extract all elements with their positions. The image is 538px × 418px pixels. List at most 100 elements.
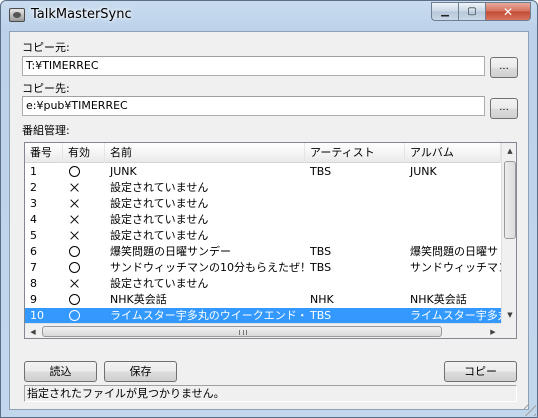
cell-name: 設定されていません: [110, 181, 209, 194]
cell-album: サンドウィッチマンの: [410, 261, 501, 274]
table-row[interactable]: 5 設定されていません: [25, 228, 501, 244]
disabled-cross-icon: [69, 214, 80, 225]
scrollbar-corner: [501, 323, 516, 338]
cell-album: [405, 196, 501, 212]
save-button[interactable]: 保存: [104, 361, 177, 382]
cell-artist: TBS: [310, 309, 332, 322]
cell-number: 8: [30, 277, 37, 290]
table-row[interactable]: 10 ライムスター宇多丸のウイークエンド・シ TBS ライムスター宇多丸: [25, 308, 501, 324]
title-bar[interactable]: TalkMasterSync ▁ ▢ ✕: [1, 1, 537, 29]
column-header-artist[interactable]: アーティスト: [305, 143, 405, 163]
column-header-number[interactable]: 番号: [25, 143, 63, 163]
vertical-scrollbar[interactable]: ▲ ▼: [501, 143, 516, 323]
cell-number: 4: [30, 213, 37, 226]
cell-number: 9: [30, 293, 37, 306]
cell-name: サンドウィッチマンの10分もらえたぜ！: [110, 261, 305, 274]
program-list[interactable]: 番号 有効 名前 アーティスト アルバム 1 JUNK TBS JUNK 2 設定されてい…: [24, 142, 517, 339]
close-button[interactable]: ✕: [485, 2, 531, 21]
table-row[interactable]: 3 設定されていません: [25, 196, 501, 212]
source-path-field[interactable]: T:¥TIMERREC: [22, 56, 485, 76]
client-area: コピー元: T:¥TIMERREC ... コピー先: e:¥pub¥TIMER…: [9, 31, 529, 410]
scroll-right-icon[interactable]: ▶: [485, 324, 501, 338]
cell-name: 設定されていません: [110, 277, 209, 290]
program-list-label: 番組管理:: [22, 124, 70, 137]
scroll-down-icon[interactable]: ▼: [502, 307, 516, 323]
cell-artist: [305, 196, 405, 212]
enabled-circle-icon: [69, 262, 80, 273]
cell-album: [405, 180, 501, 196]
enabled-circle-icon: [69, 310, 80, 321]
cell-artist: [305, 180, 405, 196]
maximize-icon: ▢: [467, 6, 477, 17]
dest-browse-button[interactable]: ...: [490, 98, 518, 119]
cell-name: NHK英会話: [110, 293, 167, 306]
horizontal-scrollbar[interactable]: ◀ ▶: [25, 323, 501, 338]
load-button[interactable]: 読込: [24, 361, 97, 382]
disabled-cross-icon: [69, 182, 80, 193]
cell-album: [405, 228, 501, 244]
cell-artist: TBS: [310, 245, 332, 258]
cell-album: [405, 276, 501, 292]
column-header-name[interactable]: 名前: [105, 143, 305, 163]
cell-artist: NHK: [310, 293, 334, 306]
table-row[interactable]: 1 JUNK TBS JUNK: [25, 164, 501, 180]
enabled-circle-icon: [69, 294, 80, 305]
enabled-circle-icon: [69, 246, 80, 257]
cell-album: ライムスター宇多丸: [410, 309, 501, 322]
cell-name: 設定されていません: [110, 197, 209, 210]
vertical-scroll-thumb[interactable]: [504, 161, 516, 239]
copy-button[interactable]: コピー: [444, 361, 517, 382]
horizontal-scroll-thumb[interactable]: [42, 326, 442, 337]
cell-artist: [305, 276, 405, 292]
column-header-enabled[interactable]: 有効: [63, 143, 105, 163]
cell-name: 設定されていません: [110, 229, 209, 242]
cell-number: 7: [30, 261, 37, 274]
maximize-button[interactable]: ▢: [458, 2, 485, 21]
cell-name: 設定されていません: [110, 213, 209, 226]
table-row[interactable]: 9 NHK英会話 NHK NHK英会話: [25, 292, 501, 308]
table-row[interactable]: 4 設定されていません: [25, 212, 501, 228]
dest-label: コピー先:: [22, 82, 70, 95]
caption-buttons: ▁ ▢ ✕: [431, 2, 531, 21]
cell-number: 1: [30, 165, 37, 178]
dest-path-field[interactable]: e:¥pub¥TIMERREC: [22, 96, 485, 116]
cell-name: 爆笑問題の日曜サンデー: [110, 245, 231, 258]
source-browse-button[interactable]: ...: [490, 57, 518, 78]
column-header-album[interactable]: アルバム: [405, 143, 501, 163]
cell-number: 3: [30, 197, 37, 210]
list-body: 1 JUNK TBS JUNK 2 設定されていません 3 設定されていません 4 設定されていま…: [25, 164, 501, 324]
cell-album: [405, 212, 501, 228]
scroll-left-icon[interactable]: ◀: [25, 324, 41, 338]
cell-artist: TBS: [310, 261, 332, 274]
minimize-button[interactable]: ▁: [431, 2, 458, 21]
table-row[interactable]: 2 設定されていません: [25, 180, 501, 196]
disabled-cross-icon: [69, 230, 80, 241]
cell-name: JUNK: [110, 165, 137, 178]
source-label: コピー元:: [22, 41, 70, 54]
disabled-cross-icon: [69, 198, 80, 209]
table-row[interactable]: 6 爆笑問題の日曜サンデー TBS 爆笑問題の日曜サ: [25, 244, 501, 260]
cell-album: NHK英会話: [410, 293, 467, 306]
status-bar: 指定されたファイルが見つかりません。: [24, 385, 517, 402]
resize-grip-icon[interactable]: [524, 404, 536, 416]
cell-number: 10: [30, 309, 44, 322]
cell-artist: [305, 212, 405, 228]
table-row[interactable]: 8 設定されていません: [25, 276, 501, 292]
scroll-up-icon[interactable]: ▲: [502, 143, 516, 159]
table-row[interactable]: 7 サンドウィッチマンの10分もらえたぜ！ TBS サンドウィッチマンの: [25, 260, 501, 276]
scroll-grip-icon: [239, 330, 247, 335]
window-title: TalkMasterSync: [31, 7, 132, 22]
cell-album: JUNK: [410, 165, 437, 178]
cell-artist: [305, 228, 405, 244]
cell-number: 5: [30, 229, 37, 242]
cell-artist: TBS: [310, 165, 332, 178]
list-header: 番号 有効 名前 アーティスト アルバム: [25, 143, 501, 163]
status-text: 指定されたファイルが見つかりません。: [27, 387, 225, 400]
disabled-cross-icon: [69, 278, 80, 289]
cell-album: 爆笑問題の日曜サ: [410, 245, 498, 258]
cell-number: 6: [30, 245, 37, 258]
app-icon[interactable]: [9, 8, 25, 22]
close-icon: ✕: [502, 4, 514, 19]
cell-number: 2: [30, 181, 37, 194]
enabled-circle-icon: [69, 166, 80, 177]
